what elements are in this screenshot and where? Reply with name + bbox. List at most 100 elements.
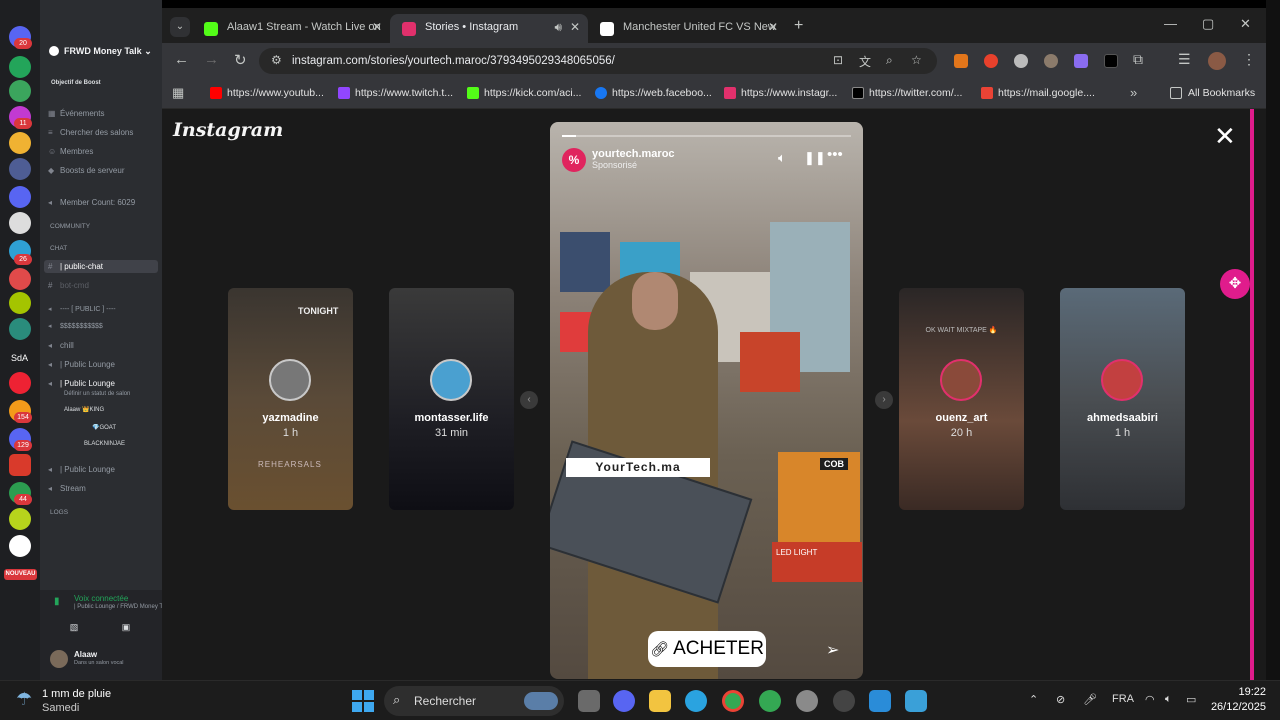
screen-share-icon[interactable]: ▣ [106, 622, 146, 636]
voice-status[interactable]: Voix connectée [74, 594, 128, 603]
chrome-app-icon[interactable] [722, 690, 744, 712]
menu-events[interactable]: ▦ Événements [48, 109, 104, 118]
url-text[interactable]: instagram.com/stories/yourtech.maroc/379… [292, 55, 615, 67]
shop-now-button[interactable]: 🔗︎ ACHETER [648, 631, 766, 667]
channel-stars[interactable]: ◂ $$$$$$$$$$$ [48, 322, 103, 330]
tab-kick-stream[interactable]: Alaaw1 Stream - Watch Live on ✕ [192, 14, 390, 43]
server-icon[interactable] [9, 508, 31, 530]
battery-icon[interactable]: ▭ [1186, 693, 1196, 706]
menu-members[interactable]: ☺ Membres [48, 147, 93, 156]
server-icon[interactable] [9, 535, 31, 557]
wifi-icon[interactable]: ◠ [1145, 693, 1155, 706]
new-tab-button[interactable]: + [794, 17, 803, 35]
pause-icon[interactable]: ❚❚ [804, 150, 826, 166]
windows-start-icon[interactable] [352, 690, 374, 712]
tab-search-button[interactable]: ⌄ [170, 17, 190, 37]
language-indicator[interactable]: FRA [1112, 693, 1134, 705]
next-story-button[interactable]: › [875, 391, 893, 409]
close-icon[interactable]: ✕ [768, 20, 778, 34]
store-app-icon[interactable] [869, 690, 891, 712]
scrollbar[interactable] [1250, 109, 1266, 680]
camera-off-icon[interactable]: ▧ [54, 622, 94, 636]
translate-icon[interactable]: 文 [859, 53, 871, 70]
more-options-icon[interactable]: ••• [827, 146, 843, 163]
back-icon[interactable]: ← [174, 51, 189, 68]
extensions-puzzle-icon[interactable]: ⧉ [1133, 51, 1143, 68]
server-icon[interactable] [9, 186, 31, 208]
chrome-profile-icon[interactable] [759, 690, 781, 712]
bookmark-facebook[interactable]: https://web.faceboo... [595, 87, 712, 99]
active-story[interactable]: YourTech.ma COB LED LIGHT % yourtech.mar… [550, 122, 863, 679]
reload-icon[interactable]: ↻ [234, 51, 247, 69]
speaker-icon[interactable]: 🔊︎ [554, 20, 562, 35]
telegram-icon[interactable] [685, 690, 707, 712]
channel-public-lounge-3[interactable]: ◂ | Public Lounge [48, 465, 115, 474]
story-preview-ahmedsaabiri[interactable]: ahmedsaabiri 1 h [1060, 288, 1185, 510]
apps-grid-icon[interactable]: ▦ [172, 85, 184, 101]
voice-member[interactable]: BLACKNINJAE [84, 441, 125, 447]
channel-public-lounge-2[interactable]: ◂ | Public Lounge [48, 379, 115, 388]
server-icon[interactable] [9, 372, 31, 394]
extension-icon[interactable] [1104, 54, 1118, 68]
all-bookmarks[interactable]: All Bookmarks [1170, 87, 1255, 99]
tab-manchester-united[interactable]: Manchester United FC VS New ✕ [588, 14, 786, 43]
bookmark-gmail[interactable]: https://mail.google.... [981, 87, 1095, 99]
bookmark-star-icon[interactable]: ☆ [911, 53, 922, 67]
channel-status-hint[interactable]: Définir un statut de salon [64, 391, 130, 397]
extension-icon[interactable] [1044, 54, 1058, 68]
close-icon[interactable]: ✕ [372, 20, 382, 34]
volume-icon[interactable]: 🔈︎ [778, 150, 786, 166]
forward-icon[interactable]: → [204, 51, 219, 68]
category-chat[interactable]: CHAT [50, 245, 67, 252]
server-icon[interactable] [9, 158, 31, 180]
site-info-icon[interactable]: ⚙ [271, 53, 282, 67]
server-header[interactable]: FRWD Money Talk ⌄ [40, 38, 162, 64]
server-icon[interactable] [9, 292, 31, 314]
bookmark-youtube[interactable]: https://www.youtub... [210, 87, 324, 99]
clock-date[interactable]: 26/12/2025 [1204, 701, 1266, 713]
zoom-icon[interactable]: ⌕ [886, 53, 893, 68]
taskbar-search[interactable]: ⌕ Rechercher [384, 686, 564, 716]
metamask-extension-icon[interactable] [954, 54, 968, 68]
bookmark-kick[interactable]: https://kick.com/aci... [467, 87, 581, 99]
channel-stream[interactable]: ◂ Stream [48, 484, 86, 493]
file-explorer-icon[interactable] [649, 690, 671, 712]
clock-time[interactable]: 19:22 [1214, 686, 1266, 698]
extension-icon[interactable] [984, 54, 998, 68]
server-icon[interactable] [9, 268, 31, 290]
previous-story-button[interactable]: ‹ [520, 391, 538, 409]
network-off-icon[interactable]: ⊘ [1056, 693, 1065, 706]
voice-member[interactable]: 💎GOAT [92, 424, 116, 431]
settings-gear-icon[interactable] [796, 690, 818, 712]
install-app-icon[interactable]: ⊡ [833, 53, 843, 67]
close-window-icon[interactable]: ✕ [1240, 16, 1251, 32]
discord-app-icon[interactable] [613, 690, 635, 712]
obs-app-icon[interactable] [833, 690, 855, 712]
menu-server-boosts[interactable]: ◆ Boosts de serveur [48, 166, 124, 175]
menu-browse-channels[interactable]: ≡ Chercher des salons [48, 128, 133, 137]
avatar[interactable]: % [562, 148, 586, 172]
server-icon[interactable] [9, 56, 31, 78]
story-preview-montasser[interactable]: montasser.life 31 min [389, 288, 514, 510]
volume-icon[interactable]: 🔈︎ [1165, 693, 1172, 706]
task-view-icon[interactable] [578, 690, 600, 712]
server-label[interactable]: SdA [11, 353, 28, 363]
server-icon[interactable] [9, 132, 31, 154]
channel-public-lounge-1[interactable]: ◂ | Public Lounge [48, 360, 115, 369]
address-bar[interactable]: ⚙ instagram.com/stories/yourtech.maroc/3… [259, 48, 937, 74]
avatar[interactable] [50, 650, 68, 668]
calculator-icon[interactable] [905, 690, 927, 712]
channel-chill[interactable]: ◂ chill [48, 341, 74, 350]
story-preview-yazmadine[interactable]: TONIGHT yazmadine 1 h REHEARSALS [228, 288, 353, 510]
send-icon[interactable]: ➢ [826, 640, 839, 660]
bookmark-instagram[interactable]: https://www.instagr... [724, 87, 837, 99]
weather-day[interactable]: Samedi [42, 702, 79, 714]
reading-list-icon[interactable]: ☰ [1178, 51, 1191, 68]
weather-summary[interactable]: 1 mm de pluie [42, 688, 111, 700]
extension-icon[interactable] [1014, 54, 1028, 68]
server-icon[interactable] [9, 80, 31, 102]
close-icon[interactable]: ✕ [570, 20, 580, 34]
boost-goal[interactable]: Objectif de Boost [51, 80, 101, 86]
minimize-icon[interactable]: — [1164, 16, 1177, 31]
bookmark-twitter[interactable]: https://twitter.com/... [852, 87, 962, 99]
